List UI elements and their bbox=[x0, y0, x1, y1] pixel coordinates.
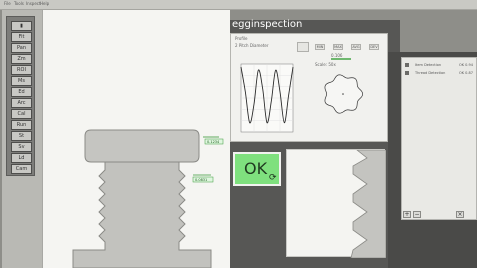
result-label: OK bbox=[244, 159, 268, 178]
menu-bar: File Tools Inspect Help bbox=[0, 0, 477, 10]
tool-stop-button[interactable]: St bbox=[11, 131, 32, 141]
screen: File Tools Inspect Help ▮ Fit Pan Zm ROI… bbox=[0, 0, 477, 268]
refresh-icon[interactable]: ⟳ bbox=[269, 173, 277, 183]
polar-scale-label: Scale: 50x bbox=[315, 62, 336, 67]
menu-help[interactable]: Help bbox=[40, 1, 49, 6]
thread-profile-window[interactable] bbox=[286, 149, 387, 259]
tool-camera-button[interactable]: Cam bbox=[11, 164, 32, 174]
chart-subtitle: 2 Pitch Diameter bbox=[235, 43, 269, 48]
tool-roi-button[interactable]: ROI bbox=[11, 65, 32, 75]
tool-run-button[interactable]: Run bbox=[11, 120, 32, 130]
dev-button[interactable]: DEV bbox=[369, 44, 379, 50]
polar-center bbox=[342, 93, 344, 95]
menu-file[interactable]: File bbox=[4, 1, 11, 6]
list-item-name: Item Detection bbox=[415, 63, 442, 67]
remove-button[interactable]: − bbox=[413, 211, 421, 218]
list-item-name: Thread Detection bbox=[415, 71, 446, 75]
value-bar bbox=[331, 58, 351, 60]
avg-button[interactable]: AVG bbox=[351, 44, 361, 50]
app-title: egginspection bbox=[232, 19, 303, 30]
tool-arc-button[interactable]: Arc bbox=[11, 98, 32, 108]
tool-edge-button[interactable]: Ed bbox=[11, 87, 32, 97]
bolt-head bbox=[84, 129, 200, 163]
list-item-value: OK 0.94 bbox=[459, 63, 473, 67]
tool-zoom-button[interactable]: Zm bbox=[11, 54, 32, 64]
tool-select-button[interactable]: ▮ bbox=[11, 21, 32, 31]
list-item-marker bbox=[405, 71, 409, 75]
bolt-thread bbox=[72, 161, 212, 268]
min-button[interactable]: MIN bbox=[315, 44, 325, 50]
add-button[interactable]: + bbox=[403, 211, 411, 218]
max-button[interactable]: MAX bbox=[333, 44, 343, 50]
thread-profile-image bbox=[350, 149, 387, 259]
list-item-value: OK 0.87 bbox=[459, 71, 473, 75]
list-item[interactable]: Item Detection OK 0.94 bbox=[405, 62, 475, 69]
polar-profile-chart bbox=[324, 74, 363, 114]
camera-image-view[interactable]: 0.1234 0.0831 bbox=[42, 10, 230, 268]
measure-value-top: 0.1234 bbox=[207, 140, 220, 144]
thread-profile-shape bbox=[350, 149, 387, 259]
chart-window-title: Profile bbox=[235, 36, 248, 41]
measure-value-mid: 0.0831 bbox=[195, 178, 207, 182]
list-item[interactable]: Thread Detection OK 0.87 bbox=[405, 70, 475, 77]
bolt-image: 0.1234 0.0831 bbox=[72, 129, 224, 268]
close-button[interactable]: × bbox=[456, 211, 464, 218]
tool-cal-button[interactable]: Cal bbox=[11, 109, 32, 119]
menu-tools[interactable]: Tools bbox=[14, 1, 24, 6]
menu-inspect[interactable]: Inspect bbox=[26, 1, 41, 6]
list-item-marker bbox=[405, 63, 409, 67]
tool-load-button[interactable]: Ld bbox=[11, 153, 32, 163]
inspection-list-window[interactable]: Item Detection OK 0.94 Thread Detection … bbox=[401, 57, 477, 220]
tool-fit-button[interactable]: Fit bbox=[11, 32, 32, 42]
tool-measure-button[interactable]: Ms bbox=[11, 76, 32, 86]
chart-option-button[interactable] bbox=[297, 42, 309, 52]
tool-palette: ▮ Fit Pan Zm ROI Ms Ed Arc Cal Run St Sv… bbox=[6, 16, 35, 176]
line-chart bbox=[240, 63, 294, 133]
chart-window[interactable]: Profile 2 Pitch Diameter MIN MAX AVG DEV… bbox=[230, 33, 388, 142]
tool-pan-button[interactable]: Pan bbox=[11, 43, 32, 53]
tool-save-button[interactable]: Sv bbox=[11, 142, 32, 152]
